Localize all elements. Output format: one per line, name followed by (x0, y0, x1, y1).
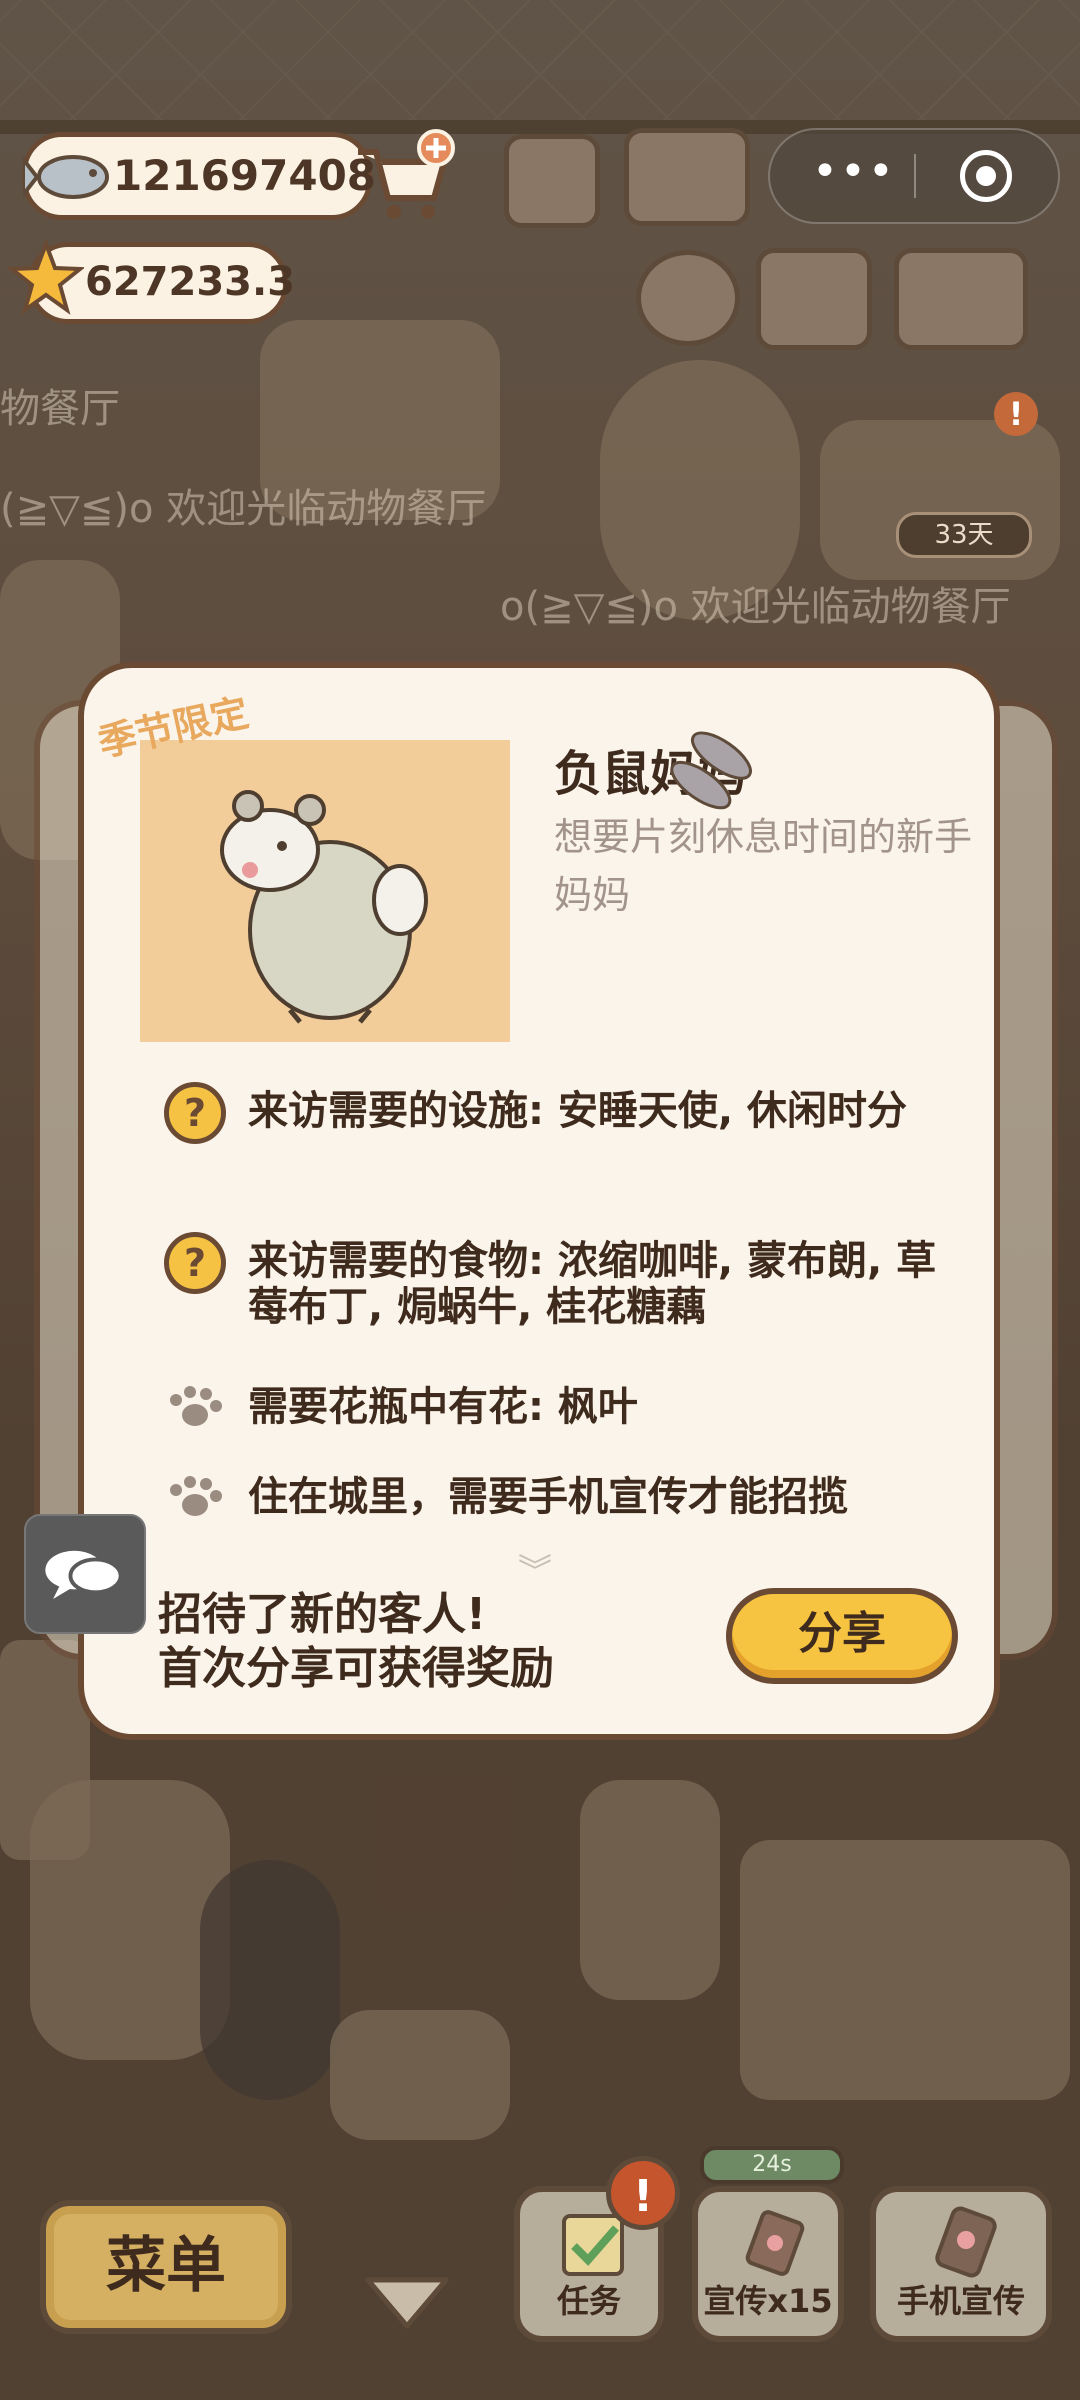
task-label: 任务 (556, 2282, 621, 2320)
flyer-icon (745, 2210, 805, 2276)
requirement-text: 来访需要的设施: 安睡天使, 休闲时分 (248, 1088, 908, 1134)
settings-gear-button[interactable] (636, 250, 740, 346)
capsule-divider (914, 154, 916, 198)
chat-bubble-icon (45, 1550, 123, 1600)
requirement-text: 住在城里，需要手机宣传才能招揽 (248, 1474, 848, 1520)
menu-button[interactable]: 菜单 (40, 2200, 292, 2334)
share-line-2: 首次分享可获得奖励 (158, 1643, 554, 1694)
share-prompt: 招待了新的客人! 首次分享可获得奖励 (158, 1588, 554, 1696)
share-button[interactable]: 分享 (726, 1588, 958, 1684)
requirement-promo: 住在城里，需要手机宣传才能招揽 (164, 1474, 944, 1520)
star-count: 627233.3 (85, 259, 296, 305)
alert-icon[interactable]: ! (994, 392, 1038, 436)
star-icon (8, 240, 84, 315)
scroll-more-chevron-icon: ︾ (518, 1552, 552, 1592)
layout-toggle-button[interactable] (894, 248, 1028, 350)
requirement-text: 需要花瓶中有花: 枫叶 (248, 1384, 638, 1430)
opossum-image (220, 790, 428, 1024)
shop-cart-button[interactable] (352, 128, 456, 224)
map-button[interactable] (756, 248, 872, 350)
guest-info-modal: 季节限定 负鼠妈妈 想要片刻休息时间的新手妈妈 ? 来访需要的设施: 安睡天使,… (78, 662, 1000, 1740)
question-icon: ? (164, 1082, 226, 1144)
fish-count: 121697408 (113, 151, 377, 200)
close-target-icon[interactable] (960, 150, 1012, 202)
requirement-text: 来访需要的食物: 浓缩咖啡, 蒙布朗, 草莓布丁, 焗蜗牛, 桂花糖藕 (248, 1238, 937, 1330)
promo-label: 宣传x15 (703, 2282, 833, 2320)
guest-portrait (140, 740, 510, 1042)
paw-book-button[interactable] (624, 128, 750, 226)
paw-icon (164, 1474, 226, 1520)
share-line-1: 招待了新的客人! (158, 1589, 487, 1640)
question-icon: ? (164, 1232, 226, 1294)
requirement-flower: 需要花瓶中有花: 枫叶 (164, 1384, 944, 1430)
fish-currency-pill: 121697408 (22, 132, 376, 220)
requirement-facilities: ? 来访需要的设施: 安睡天使, 休闲时分 (164, 1082, 944, 1144)
paw-icon (164, 1384, 226, 1430)
guest-description: 想要片刻休息时间的新手妈妈 (554, 815, 973, 917)
days-badge: 33天 (896, 512, 1032, 558)
promo-timer: 24s (700, 2146, 844, 2184)
promo-button[interactable]: 宣传x15 (692, 2186, 844, 2342)
phone-promo-button[interactable]: 手机宣传 (870, 2186, 1052, 2342)
more-icon[interactable]: ••• (812, 146, 896, 197)
fish-icon (23, 155, 109, 199)
phone-promo-label: 手机宣传 (896, 2282, 1025, 2320)
chat-button[interactable] (24, 1514, 146, 1634)
phone-icon (935, 2206, 997, 2278)
recipe-book-button[interactable] (504, 134, 600, 228)
collapse-arrow-icon[interactable] (362, 2274, 452, 2332)
task-alert-icon: ! (606, 2156, 680, 2230)
requirement-food: ? 来访需要的食物: 浓缩咖啡, 蒙布朗, 草莓布丁, 焗蜗牛, 桂花糖藕 (164, 1232, 944, 1330)
mini-program-capsule: ••• (768, 128, 1060, 224)
